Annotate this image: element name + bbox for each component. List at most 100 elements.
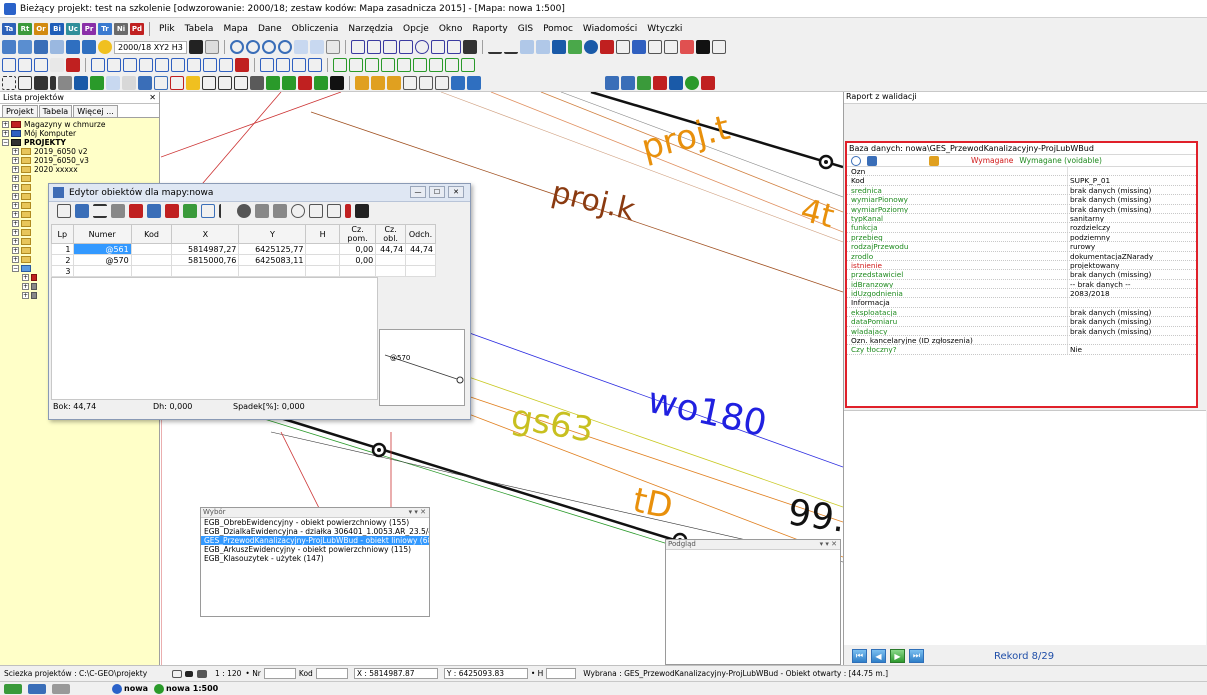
expand-icon[interactable]: + xyxy=(12,229,19,236)
grid-icon[interactable] xyxy=(867,155,877,166)
attribute-value[interactable] xyxy=(1067,336,1196,345)
menu-narzedzia[interactable]: Narzędzia xyxy=(344,24,397,34)
attribute-value[interactable]: brak danych (missing) xyxy=(1067,307,1196,317)
attribute-row[interactable]: wladajacy brak danych (missing) xyxy=(847,326,1196,337)
cell-odch[interactable]: 44,74 xyxy=(405,243,436,255)
tree-item-project[interactable]: + 2019_6050_v3 xyxy=(2,156,159,165)
line-draw-9-icon[interactable] xyxy=(461,58,475,72)
mirror-icon[interactable] xyxy=(292,58,306,72)
attribute-row[interactable]: typKanal sanitarny xyxy=(847,213,1196,224)
edit-undo-icon[interactable] xyxy=(451,76,465,90)
zoom-icon[interactable] xyxy=(291,204,305,218)
tree-item-moj-komputer[interactable]: + Mój Komputer xyxy=(2,129,159,138)
expand-icon[interactable]: + xyxy=(12,211,19,218)
col-cz-pom[interactable]: Cz. pom. xyxy=(338,224,377,244)
insert-icon[interactable] xyxy=(165,204,179,218)
draw-arc-icon[interactable] xyxy=(430,40,445,54)
tab-nowa-map[interactable]: nowa 1:500 xyxy=(153,683,218,694)
menu-mapa[interactable]: Mapa xyxy=(219,24,252,34)
view-b-icon[interactable] xyxy=(621,76,635,90)
panel-menu-icon[interactable]: ▾ ▾ ✕ xyxy=(820,540,837,549)
layer-toggle-icon[interactable] xyxy=(185,670,193,677)
delete-icon[interactable] xyxy=(235,58,249,72)
cell-lp[interactable]: 2 xyxy=(51,254,74,266)
layer-filter-icon[interactable] xyxy=(50,58,64,72)
offset-icon[interactable] xyxy=(123,58,137,72)
search-icon[interactable] xyxy=(851,155,861,166)
cell-cz-pom[interactable]: 0,00 xyxy=(338,254,377,266)
list-item[interactable]: EGB_DzialkaEwidencyjna - działka 306401_… xyxy=(201,527,429,536)
signal-icon[interactable] xyxy=(34,76,48,90)
tangent-icon[interactable] xyxy=(139,58,153,72)
cell-y[interactable] xyxy=(238,265,307,277)
tree-item-project[interactable]: + 2019_6050 v2 xyxy=(2,147,159,156)
panel-menu-icon[interactable]: ▾ ▾ ✕ xyxy=(409,508,426,517)
grid-view-icon[interactable] xyxy=(551,40,566,54)
layout-mode-icon[interactable] xyxy=(28,683,46,694)
cell-cz-obl[interactable]: 44,74 xyxy=(375,243,407,255)
layer-button-bi[interactable]: Bi xyxy=(50,23,64,35)
grid-icon[interactable] xyxy=(188,40,203,54)
align-icon[interactable] xyxy=(93,204,107,218)
layer-button-rt[interactable]: Rt xyxy=(18,23,32,35)
layer-button-or[interactable]: Or xyxy=(34,23,48,35)
attribute-value[interactable] xyxy=(1067,167,1196,176)
export-icon[interactable] xyxy=(273,204,287,218)
tab-tabela[interactable]: Tabela xyxy=(38,105,73,117)
extend-icon[interactable] xyxy=(171,58,185,72)
zoom-icon[interactable] xyxy=(229,40,244,54)
tool-a-icon[interactable] xyxy=(186,76,200,90)
undo-icon[interactable] xyxy=(66,40,80,54)
expand-icon[interactable]: + xyxy=(2,130,9,137)
menu-wtyczki[interactable]: Wtyczki xyxy=(643,24,686,34)
attribute-row[interactable]: dataPomiaru brak danych (missing) xyxy=(847,317,1196,327)
attribute-value[interactable]: brak danych (missing) xyxy=(1067,195,1196,204)
menu-opcje[interactable]: Opcje xyxy=(399,24,433,34)
tab-nowa[interactable]: nowa xyxy=(112,683,148,694)
attribute-value[interactable]: podziemny xyxy=(1067,232,1196,242)
edit-d-icon[interactable] xyxy=(403,76,417,90)
expand-icon[interactable]: + xyxy=(12,220,19,227)
collapse-icon[interactable]: − xyxy=(12,265,19,272)
draw-polygon-icon[interactable] xyxy=(350,40,365,54)
attribute-value[interactable]: 2083/2018 xyxy=(1067,289,1196,298)
cell-h[interactable] xyxy=(305,265,340,277)
cell-h[interactable] xyxy=(305,243,340,255)
list-item[interactable]: EGB_ObrebEwidencyjny - obiekt powierzchn… xyxy=(201,518,429,527)
grid-icon[interactable] xyxy=(201,204,215,218)
draw-line-icon[interactable] xyxy=(398,40,413,54)
layer-button-pr[interactable]: Pr xyxy=(82,23,96,35)
help-icon[interactable] xyxy=(98,40,112,54)
cursor-icon[interactable] xyxy=(695,40,710,54)
prev-record-icon[interactable]: ◀ xyxy=(871,649,886,663)
collapse-icon[interactable]: − xyxy=(2,139,9,146)
diamond-icon[interactable] xyxy=(631,40,646,54)
tab-projekt[interactable]: Projekt xyxy=(2,105,38,117)
layers-icon[interactable] xyxy=(535,40,550,54)
zoom-in-icon[interactable] xyxy=(245,40,260,54)
col-y[interactable]: Y xyxy=(238,224,307,244)
tool-h-icon[interactable] xyxy=(298,76,312,90)
maximize-icon[interactable]: ☐ xyxy=(429,186,445,198)
cell-y[interactable]: 6425083,11 xyxy=(238,254,307,266)
green-bar-icon[interactable] xyxy=(90,76,104,90)
attribute-value[interactable] xyxy=(1067,298,1196,307)
attribute-value[interactable]: SUPK_P_01 xyxy=(1067,176,1196,185)
line-draw-1-icon[interactable] xyxy=(333,58,347,72)
cell-h[interactable] xyxy=(305,254,340,266)
parallel-icon[interactable] xyxy=(107,58,121,72)
tool-d-icon[interactable] xyxy=(234,76,248,90)
last-record-icon[interactable]: ⏭ xyxy=(909,649,924,663)
cross-icon[interactable] xyxy=(170,76,184,90)
table-mode-icon[interactable] xyxy=(52,683,70,694)
expand-icon[interactable]: + xyxy=(12,157,19,164)
area-icon[interactable] xyxy=(154,76,168,90)
cell-lp[interactable]: 1 xyxy=(51,243,74,255)
plus-icon[interactable] xyxy=(599,40,614,54)
angle-icon[interactable] xyxy=(711,40,726,54)
attribute-row[interactable]: Ozn xyxy=(847,167,1196,177)
expand-icon[interactable]: + xyxy=(22,283,29,290)
object-preview[interactable]: @570 xyxy=(379,329,465,406)
line-draw-8-icon[interactable] xyxy=(445,58,459,72)
target-icon[interactable] xyxy=(237,204,251,218)
